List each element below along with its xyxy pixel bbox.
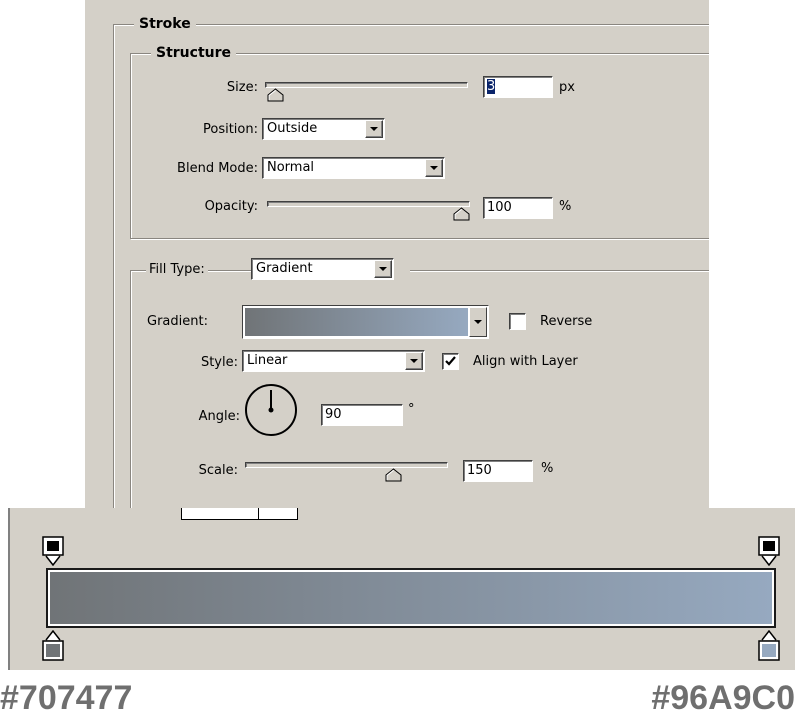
- blend-mode-select[interactable]: Normal: [262, 157, 445, 179]
- gradient-bar-fill: [50, 572, 772, 624]
- chevron-down-icon[interactable]: [365, 120, 383, 138]
- scale-label: Scale:: [198, 463, 238, 478]
- opacity-slider-track[interactable]: [267, 201, 470, 207]
- size-input[interactable]: 3: [483, 76, 553, 98]
- align-with-layer-checkbox[interactable]: [442, 353, 459, 370]
- align-with-layer-label[interactable]: Align with Layer: [473, 354, 578, 370]
- gradient-editor: [0, 508, 795, 670]
- opacity-stop-icon[interactable]: [758, 536, 780, 566]
- fill-type-select[interactable]: Gradient: [251, 258, 394, 280]
- opacity-input[interactable]: 100: [483, 197, 553, 219]
- size-slider-track[interactable]: [265, 82, 468, 88]
- structure-legend: Structure: [151, 45, 237, 61]
- fill-type-label: Fill Type:: [146, 262, 208, 278]
- angle-input[interactable]: 90: [321, 404, 403, 426]
- end-color-hex-label: #96A9C0: [651, 679, 795, 717]
- style-select[interactable]: Linear: [242, 350, 425, 372]
- blend-mode-select-value: Normal: [267, 160, 315, 175]
- color-stop-icon[interactable]: [758, 630, 780, 662]
- scale-slider-track[interactable]: [245, 462, 448, 468]
- scale-slider-thumb[interactable]: [385, 468, 402, 482]
- opacity-slider-thumb[interactable]: [453, 207, 470, 221]
- chevron-down-icon[interactable]: [374, 260, 392, 278]
- blend-mode-label: Blend Mode:: [177, 161, 258, 176]
- gradient-label: Gradient:: [147, 314, 208, 329]
- chevron-down-icon[interactable]: [425, 159, 443, 177]
- color-stop-icon[interactable]: [42, 630, 64, 662]
- angle-dial-icon[interactable]: [243, 382, 299, 438]
- fill-type-legend-gap: [394, 264, 410, 276]
- size-label: Size:: [226, 80, 258, 95]
- scale-input[interactable]: 150: [463, 460, 533, 482]
- checkmark-icon: [445, 356, 456, 366]
- editor-top-remnant: [181, 508, 298, 520]
- stroke-legend: Stroke: [134, 16, 196, 32]
- size-slider-thumb[interactable]: [267, 88, 284, 102]
- angle-unit: °: [408, 402, 415, 417]
- position-select-value: Outside: [267, 121, 318, 136]
- layer-style-stroke-panel: Stroke Structure Size: 3 px Position: Ou…: [85, 0, 709, 508]
- gradient-picker[interactable]: [242, 305, 489, 339]
- position-label: Position:: [203, 122, 258, 137]
- position-select[interactable]: Outside: [262, 118, 385, 140]
- gradient-bar[interactable]: [46, 568, 776, 628]
- style-select-value: Linear: [247, 353, 288, 368]
- style-label: Style:: [200, 355, 238, 370]
- editor-left-edge: [0, 508, 10, 670]
- size-unit: px: [559, 80, 575, 95]
- angle-label: Angle:: [198, 409, 240, 424]
- opacity-unit: %: [559, 199, 572, 214]
- opacity-label: Opacity:: [204, 199, 258, 214]
- fill-type-select-value: Gradient: [256, 261, 313, 276]
- reverse-checkbox[interactable]: [509, 313, 526, 330]
- scale-unit: %: [541, 461, 554, 476]
- reverse-label[interactable]: Reverse: [540, 314, 592, 330]
- chevron-down-icon[interactable]: [405, 352, 423, 370]
- gradient-preview[interactable]: [245, 308, 468, 336]
- chevron-down-icon[interactable]: [469, 307, 487, 337]
- start-color-hex-label: #707477: [0, 679, 133, 717]
- opacity-stop-icon[interactable]: [42, 536, 64, 566]
